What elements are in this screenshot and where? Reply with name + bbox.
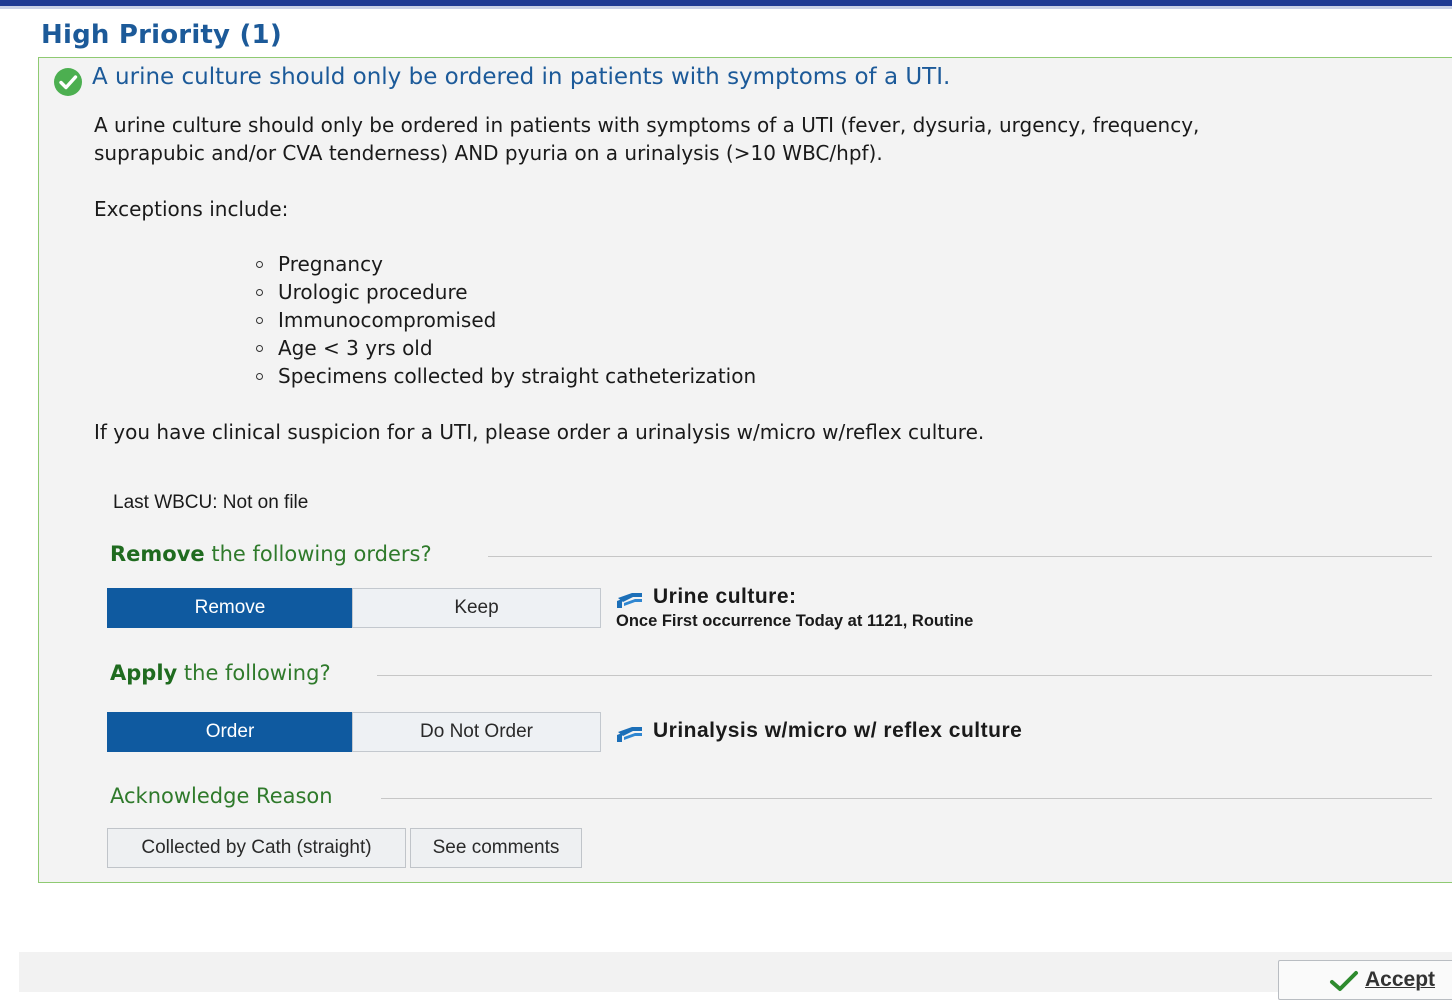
remove-orders-heading: Remove the following orders? [110, 542, 432, 566]
accept-label: Accept [1365, 968, 1436, 991]
divider [488, 556, 1432, 557]
alert-body-line-1: A urine culture should only be ordered i… [94, 113, 1200, 137]
remove-heading-bold: Remove [110, 542, 205, 566]
alert-panel [38, 57, 1452, 883]
reason-see-comments-button[interactable]: See comments [410, 828, 582, 868]
alert-body-line-2: suprapubic and/or CVA tenderness) AND py… [94, 141, 883, 165]
section-title: High Priority (1) [41, 20, 282, 50]
window-top-border-shadow [0, 6, 1452, 9]
alert-heading: A urine culture should only be ordered i… [92, 64, 951, 90]
list-item: Immunocompromised [253, 306, 756, 334]
check-circle-icon [54, 68, 82, 96]
urinalysis-order-title: Urinalysis w/micro w/ reflex culture [653, 719, 1023, 742]
list-item: Urologic procedure [253, 278, 756, 306]
order-icon [617, 727, 642, 742]
reason-collected-by-cath-button[interactable]: Collected by Cath (straight) [107, 828, 406, 868]
apply-heading: Apply the following? [110, 661, 331, 685]
do-not-order-button[interactable]: Do Not Order [352, 712, 601, 752]
list-item: Pregnancy [253, 250, 756, 278]
exceptions-label: Exceptions include: [94, 197, 289, 221]
order-icon [617, 593, 642, 608]
apply-heading-rest: the following? [177, 661, 331, 685]
accept-button[interactable]: Accept [1278, 960, 1452, 1000]
remove-button[interactable]: Remove [107, 588, 353, 628]
urine-culture-order-title: Urine culture: [653, 585, 797, 608]
order-button[interactable]: Order [107, 712, 353, 752]
keep-button[interactable]: Keep [352, 588, 601, 628]
remove-heading-rest: the following orders? [204, 542, 432, 566]
checkmark-icon [1330, 971, 1358, 991]
list-item: Specimens collected by straight catheter… [253, 362, 756, 390]
last-wbcu-text: Last WBCU: Not on file [113, 492, 309, 513]
suspicion-text: If you have clinical suspicion for a UTI… [94, 420, 985, 444]
list-item: Age < 3 yrs old [253, 334, 756, 362]
exceptions-list: Pregnancy Urologic procedure Immunocompr… [253, 250, 756, 390]
apply-heading-bold: Apply [110, 661, 178, 685]
urine-culture-order-detail: Once First occurrence Today at 1121, Rou… [616, 612, 974, 630]
divider [377, 675, 1432, 676]
acknowledge-reason-heading: Acknowledge Reason [110, 784, 333, 808]
footer-bar [19, 952, 1452, 992]
divider [381, 798, 1432, 799]
